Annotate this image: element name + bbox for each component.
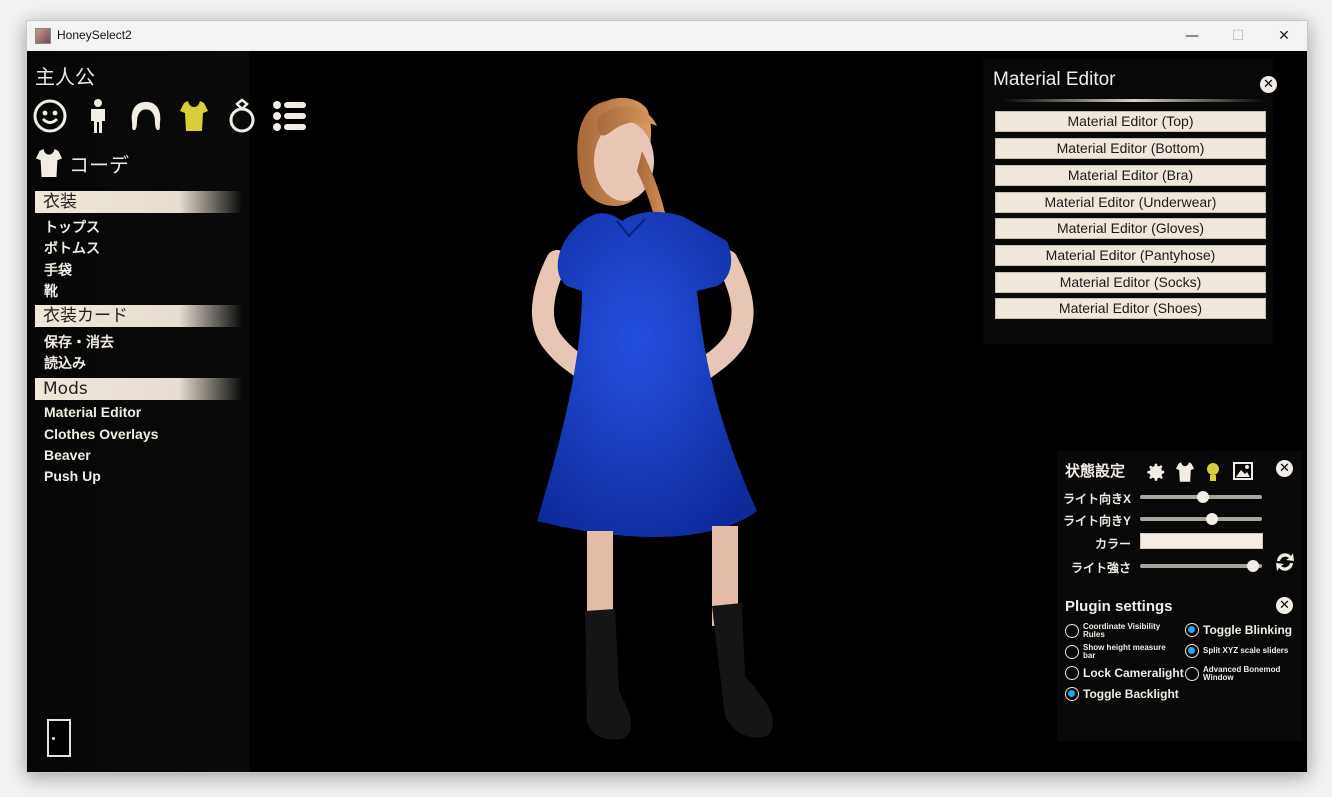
state-settings-title: 状態設定 [1065, 463, 1126, 480]
option-lock-cameralight[interactable]: Lock Cameralight [1065, 666, 1184, 680]
accessory-ring-icon[interactable] [225, 97, 259, 135]
section-mods: Mods [35, 378, 241, 400]
light-x-label: ライト向きX [1062, 492, 1131, 506]
light-color-swatch[interactable] [1140, 533, 1263, 549]
option-label: Split XYZ scale sliders [1203, 646, 1289, 655]
light-y-label: ライト向きY [1062, 514, 1131, 528]
option-label: Toggle Backlight [1083, 687, 1179, 701]
window-title: HoneySelect2 [57, 28, 132, 42]
game-viewport[interactable]: 主人公 コーデ 衣装 トップス ボトムス 手袋 靴 衣装カード 保存・消去 読込… [27, 51, 1307, 772]
clothes-icon[interactable] [177, 97, 211, 135]
page-title: 主人公 [35, 65, 95, 89]
menu-item-save-delete[interactable]: 保存・消去 [44, 332, 114, 352]
material-editor-top-button[interactable]: Material Editor (Top) [995, 111, 1266, 132]
app-icon [35, 28, 51, 44]
material-editor-bottom-button[interactable]: Material Editor (Bottom) [995, 138, 1266, 159]
color-label: カラー [1094, 537, 1131, 551]
radio-button[interactable] [1185, 644, 1199, 658]
close-window-button[interactable]: ✕ [1261, 21, 1307, 51]
menu-item-beaver[interactable]: Beaver [44, 447, 91, 463]
radio-button[interactable] [1185, 667, 1199, 681]
radio-button[interactable] [1065, 624, 1079, 638]
light-x-slider-handle[interactable] [1197, 491, 1209, 503]
option-label: Show height measure bar [1083, 643, 1166, 660]
face-icon[interactable] [33, 97, 67, 135]
option-label: Toggle Blinking [1203, 623, 1293, 637]
light-intensity-slider-handle[interactable] [1247, 560, 1259, 572]
material-editor-shoes-button[interactable]: Material Editor (Shoes) [995, 298, 1266, 319]
state-settings-panel: 状態設定 ✕ ライト向きX ライト向きY カラー ライト強さ Plugin se… [1057, 451, 1302, 741]
light-y-slider[interactable] [1140, 513, 1262, 525]
menu-item-bottoms[interactable]: ボトムス [44, 238, 100, 258]
light-intensity-slider[interactable] [1140, 560, 1262, 572]
material-editor-underwear-button[interactable]: Material Editor (Underwear) [995, 192, 1266, 213]
character-model[interactable] [497, 91, 817, 761]
gear-icon[interactable] [1145, 461, 1167, 483]
material-editor-pantyhose-button[interactable]: Material Editor (Pantyhose) [995, 245, 1266, 266]
menu-item-material-editor[interactable]: Material Editor [44, 404, 141, 420]
menu-item-load[interactable]: 読込み [44, 353, 86, 373]
material-editor-panel: Material Editor ✕ Material Editor (Top) … [983, 59, 1277, 344]
option-split-xyz-scale-sliders[interactable]: Split XYZ scale sliders [1185, 644, 1293, 658]
minimize-button[interactable]: — [1169, 21, 1215, 51]
option-coordinate-visibility-rules[interactable]: Coordinate Visibility Rules [1065, 623, 1173, 639]
radio-button[interactable] [1065, 645, 1079, 659]
material-editor-title: Material Editor [993, 69, 1116, 90]
material-editor-close-button[interactable]: ✕ [1260, 76, 1277, 93]
plugin-settings-close-button[interactable]: ✕ [1276, 597, 1293, 614]
state-settings-close-button[interactable]: ✕ [1276, 460, 1293, 477]
light-x-slider[interactable] [1140, 491, 1262, 503]
menu-item-push-up[interactable]: Push Up [44, 468, 101, 484]
plugin-settings-title: Plugin settings [1065, 598, 1173, 615]
menu-item-shoes[interactable]: 靴 [44, 281, 58, 301]
reset-icon[interactable] [1273, 551, 1297, 573]
shirt-icon [35, 149, 63, 177]
exit-door-icon[interactable] [47, 719, 71, 757]
option-advanced-bonemod-window[interactable]: Advanced Bonemod Window [1185, 666, 1293, 682]
option-label: Lock Cameralight [1083, 666, 1184, 680]
section-heading: コーデ [35, 147, 129, 179]
radio-button[interactable] [1065, 687, 1079, 701]
menu-item-clothes-overlays[interactable]: Clothes Overlays [44, 426, 158, 442]
option-label: Coordinate Visibility Rules [1083, 622, 1161, 639]
section-costume-card: 衣装カード [35, 305, 241, 327]
subheading-label: コーデ [69, 152, 129, 177]
radio-button[interactable] [1185, 623, 1199, 637]
outfit-icon[interactable] [1174, 461, 1196, 483]
option-show-height-measure-bar[interactable]: Show height measure bar [1065, 644, 1173, 660]
material-editor-gloves-button[interactable]: Material Editor (Gloves) [995, 218, 1266, 239]
list-icon[interactable] [273, 97, 307, 135]
option-toggle-blinking[interactable]: Toggle Blinking [1185, 623, 1292, 637]
category-bar [33, 97, 307, 135]
material-editor-bra-button[interactable]: Material Editor (Bra) [995, 165, 1266, 186]
light-bulb-icon[interactable] [1205, 461, 1221, 483]
radio-button[interactable] [1065, 666, 1079, 680]
light-y-slider-handle[interactable] [1206, 513, 1218, 525]
maximize-button[interactable]: ☐ [1215, 21, 1261, 51]
menu-item-gloves[interactable]: 手袋 [44, 260, 72, 280]
light-intensity-label: ライト強さ [1070, 561, 1131, 575]
left-panel: 主人公 コーデ 衣装 トップス ボトムス 手袋 靴 衣装カード 保存・消去 読込… [27, 51, 306, 772]
body-icon[interactable] [81, 97, 115, 135]
app-window: HoneySelect2 — ☐ ✕ 主人公 コーデ 衣装 トップス ボトムス … [26, 20, 1308, 773]
section-costume: 衣装 [35, 191, 241, 213]
hair-icon[interactable] [129, 97, 163, 135]
divider [1003, 99, 1265, 102]
image-icon[interactable] [1233, 462, 1253, 480]
title-bar: HoneySelect2 — ☐ ✕ [27, 21, 1307, 51]
option-label: Advanced Bonemod Window [1203, 665, 1281, 682]
material-editor-socks-button[interactable]: Material Editor (Socks) [995, 272, 1266, 293]
option-toggle-backlight[interactable]: Toggle Backlight [1065, 687, 1179, 701]
menu-item-tops[interactable]: トップス [44, 217, 100, 237]
